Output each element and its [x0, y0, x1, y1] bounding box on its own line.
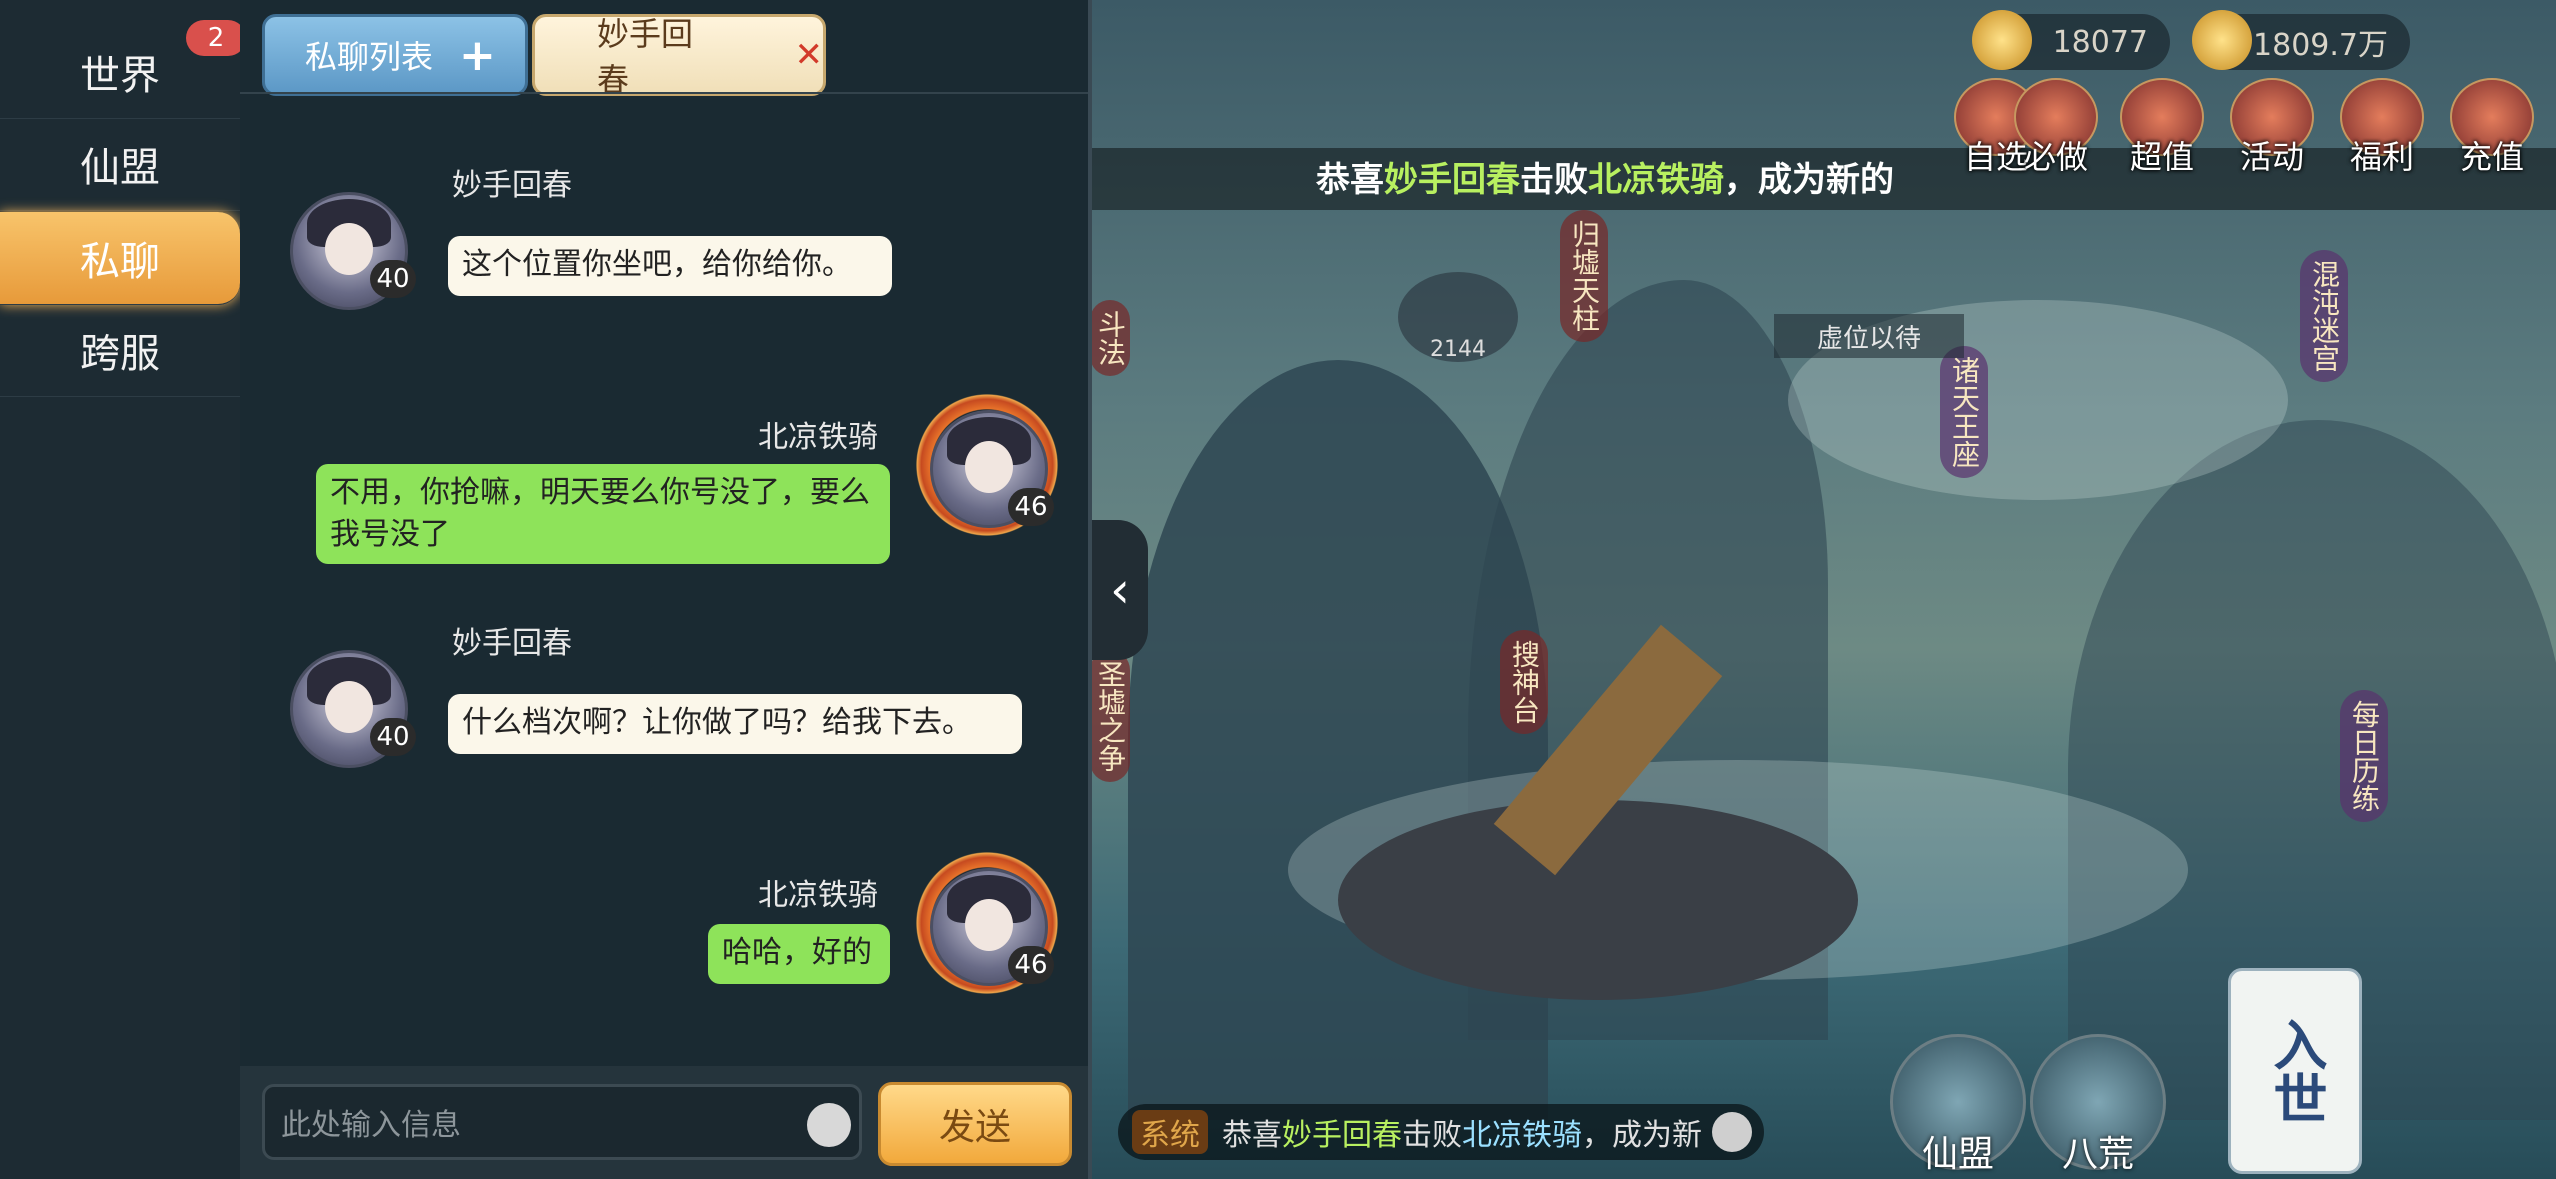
message-input[interactable]: 此处输入信息: [262, 1084, 862, 1160]
world-unread-badge: 2: [186, 20, 246, 56]
tab-private-list[interactable]: 私聊列表 +: [262, 14, 528, 96]
top-icon-bizuo[interactable]: 必做: [2010, 78, 2102, 178]
private-chat-panel: 私聊列表 + 妙手回春 ✕ 妙手回春 40 这个位置你坐吧，给你给你。 北凉铁骑…: [240, 0, 1092, 1179]
scene-tag-meiri[interactable]: 每日历练: [2340, 690, 2388, 822]
top-icon-chongzhi[interactable]: 充值: [2446, 78, 2538, 178]
resource-currency1[interactable]: 18077: [1972, 10, 2170, 70]
chat-bubble: 哈哈，好的: [708, 924, 890, 984]
collapse-panel-button[interactable]: ‹: [1092, 520, 1148, 660]
rank-count-badge[interactable]: 2144: [1398, 272, 1518, 362]
chat-bubble: 这个位置你坐吧，给你给你。: [448, 236, 892, 296]
nav-private[interactable]: 私聊: [0, 212, 240, 305]
tab-active-chat[interactable]: 妙手回春 ✕: [532, 14, 826, 99]
message-sender: 北凉铁骑: [758, 420, 878, 455]
close-icon[interactable]: ✕: [795, 35, 824, 75]
chat-bubble: 不用，你抢嘛，明天要么你号没了，要么我号没了: [316, 464, 890, 564]
ingot-icon: [1972, 10, 2032, 70]
xianmeng-button[interactable]: 仙盟: [1890, 1034, 2026, 1175]
nav-guild[interactable]: 仙盟: [0, 118, 240, 211]
central-platform: [1338, 800, 1858, 1000]
chat-channel-sidebar: 世界 2 仙盟 私聊 跨服: [0, 0, 246, 1179]
top-icon-fuli[interactable]: 福利: [2336, 78, 2428, 178]
scene-tag-guixu[interactable]: 归墟天柱: [1560, 210, 1608, 342]
scene-tag-soushen[interactable]: 搜神台: [1500, 630, 1548, 734]
level-badge: 40: [370, 260, 416, 298]
currency2-value: 1809.7万: [2253, 28, 2388, 63]
message-sender: 北凉铁骑: [758, 878, 878, 913]
input-bar: 此处输入信息 发送: [240, 1066, 1088, 1179]
level-badge: 46: [1008, 946, 1054, 984]
nav-cross-server[interactable]: 跨服: [0, 304, 240, 397]
currency1-value: 18077: [2052, 24, 2148, 60]
announcement-text: 恭喜妙手回春击败北凉铁骑，成为新的: [1316, 160, 1894, 200]
emoji-icon[interactable]: [807, 1103, 851, 1147]
message-sender: 妙手回春: [452, 168, 572, 203]
chat-bubble: 什么档次啊？让你做了吗？给我下去。: [448, 694, 1022, 754]
coin-icon: [2192, 10, 2252, 70]
scene-tag-doufa[interactable]: 斗法: [1090, 300, 1130, 376]
add-icon[interactable]: +: [459, 30, 496, 81]
system-tag: 系统: [1132, 1110, 1208, 1154]
send-button[interactable]: 发送: [878, 1082, 1072, 1166]
scene-tag-hundun[interactable]: 混沌迷宫: [2300, 250, 2348, 382]
system-message-bar[interactable]: 系统 恭喜 妙手回春 击败 北凉铁骑 ，成为新: [1118, 1104, 1764, 1160]
chevron-left-icon: ‹: [1110, 561, 1130, 619]
tab-divider: [240, 92, 1088, 94]
bahuang-button[interactable]: 八荒: [2030, 1034, 2166, 1175]
emoji-icon[interactable]: [1712, 1112, 1752, 1152]
top-icon-huodong[interactable]: 活动: [2226, 78, 2318, 178]
scene-tag-shengxu[interactable]: 圣墟之争: [1090, 650, 1130, 782]
message-sender: 妙手回春: [452, 626, 572, 661]
scene-tag-zhutian[interactable]: 诸天王座: [1940, 346, 1988, 478]
level-badge: 40: [370, 718, 416, 756]
top-icon-chaozhi[interactable]: 超值: [2116, 78, 2208, 178]
enter-world-button[interactable]: 入世: [2228, 968, 2362, 1174]
level-badge: 46: [1008, 488, 1054, 526]
resource-currency2[interactable]: 1809.7万: [2192, 10, 2410, 70]
placeholder-label: 虚位以待: [1774, 314, 1964, 358]
